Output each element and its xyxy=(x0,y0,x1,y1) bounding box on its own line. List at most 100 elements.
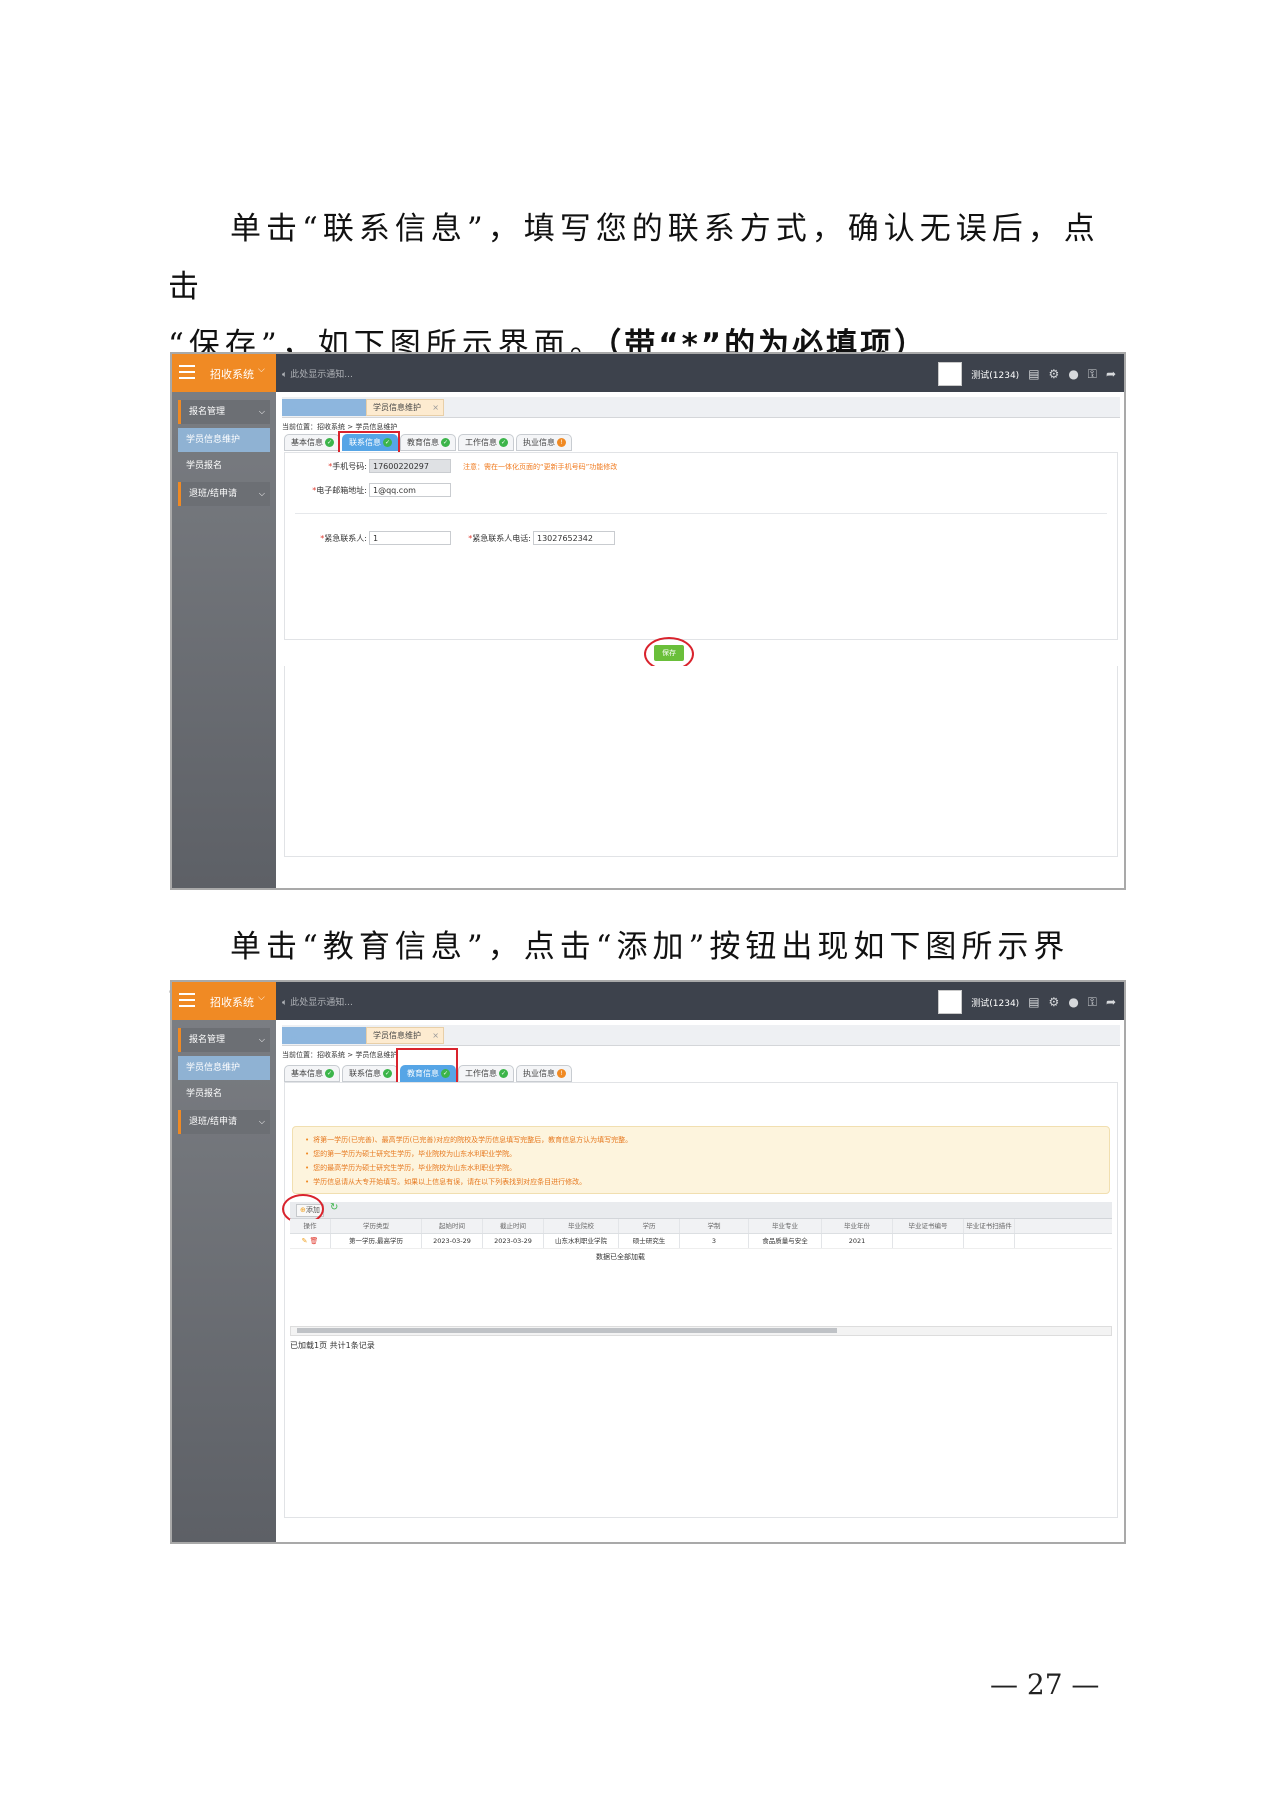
tab-label: 工作信息 xyxy=(465,1069,497,1078)
column-header: 毕业院校 xyxy=(544,1219,619,1233)
tab-contact-info[interactable]: 联系信息 ✓ xyxy=(342,1065,398,1082)
warning-icon: ! xyxy=(557,438,566,447)
scrollbar-thumb[interactable] xyxy=(297,1328,837,1333)
education-notes: 将第一学历(已完善)、最高学历(已完善)对应的院校及学历信息填写完整后，教育信息… xyxy=(292,1126,1110,1194)
tab-work-info[interactable]: 工作信息 ✓ xyxy=(458,434,514,451)
sidebar-item-student-info[interactable]: 学员信息维护 xyxy=(178,1056,270,1080)
table-cell xyxy=(893,1234,964,1248)
app-topbar: 招收系统 ⌵ 🔈︎ 此处显示通知... 测试(1234) ▤ ⚙ ● ⚿ ➦ xyxy=(172,982,1124,1020)
chevron-down-icon: ⌵ xyxy=(258,489,265,498)
tab-label: 基本信息 xyxy=(291,1069,323,1078)
grid-toolbar: ⊕添加 ↻ xyxy=(290,1202,1112,1219)
speaker-icon: 🔈︎ xyxy=(282,370,288,380)
column-header: 毕业年份 xyxy=(822,1219,893,1233)
tab-student-info[interactable]: 学员信息维护 × xyxy=(366,1027,444,1044)
note-item: 将第一学历(已完善)、最高学历(已完善)对应的院校及学历信息填写完整后，教育信息… xyxy=(305,1135,632,1145)
check-icon: ✓ xyxy=(325,438,334,447)
table-row[interactable]: ✎ 🗑︎ 第一学历,最高学历 2023-03-29 2023-03-29 山东水… xyxy=(290,1234,1112,1249)
emergency-contact-field[interactable]: 1 xyxy=(369,531,451,545)
close-icon[interactable]: × xyxy=(432,1028,439,1043)
avatar xyxy=(938,990,963,1014)
lock-icon[interactable]: ⚿ xyxy=(1088,995,1097,1010)
paragraph-1-line-1: 单击“联系信息”，填写您的联系方式，确认无误后，点击 xyxy=(168,211,1100,305)
sidebar-group-label: 报名管理 xyxy=(189,1035,226,1045)
logout-icon[interactable]: ➦ xyxy=(1106,367,1116,381)
check-icon: ✓ xyxy=(383,1069,392,1078)
brand-title: 招收系统 xyxy=(210,368,254,381)
sidebar: 报名管理 ⌵ 学员信息维护 学员报名 退班/结申请 ⌵ xyxy=(172,1020,276,1542)
gear-icon[interactable]: ⚙ xyxy=(1049,995,1060,1009)
emergency-phone-label-text: 紧急联系人电话: xyxy=(472,534,531,543)
note-item: 您的最高学历为硕士研究生学历，毕业院校为山东水利职业学院。 xyxy=(305,1163,516,1173)
tab-home[interactable]: 首页 xyxy=(282,1027,366,1044)
tab-education-info[interactable]: 教育信息 ✓ xyxy=(400,434,456,451)
app-topbar: 招收系统 ⌵ 🔈︎ 此处显示通知... 测试(1234) ▤ ⚙ ● ⚿ ➦ xyxy=(172,354,1124,392)
tab-practice-info[interactable]: 执业信息! xyxy=(516,434,572,451)
user-name[interactable]: 测试(1234) xyxy=(971,368,1019,381)
message-icon[interactable]: ▤ xyxy=(1028,995,1039,1009)
hamburger-menu-icon[interactable] xyxy=(179,993,195,1007)
table-cell: 2023-03-29 xyxy=(483,1234,544,1248)
tab-work-info[interactable]: 工作信息 ✓ xyxy=(458,1065,514,1082)
gear-icon[interactable]: ⚙ xyxy=(1049,367,1060,381)
notice-label: 此处显示通知... xyxy=(290,998,353,1008)
delete-icon[interactable]: 🗑︎ xyxy=(310,1237,319,1245)
lower-panel xyxy=(284,666,1118,857)
sidebar-group-registration[interactable]: 报名管理 ⌵ xyxy=(178,1028,270,1052)
check-icon: ✓ xyxy=(499,1069,508,1078)
email-label-text: 电子邮箱地址: xyxy=(316,486,367,495)
chevron-down-icon: ⌵ xyxy=(258,1117,265,1126)
table-cell: 2023-03-29 xyxy=(422,1234,483,1248)
chevron-down-icon: ⌵ xyxy=(258,365,265,375)
user-name[interactable]: 测试(1234) xyxy=(971,996,1019,1009)
check-icon: ✓ xyxy=(325,1069,334,1078)
pager-text: 已加载1页 共计1条记录 xyxy=(290,1341,375,1350)
help-icon[interactable]: ● xyxy=(1068,995,1078,1009)
sidebar-group-registration[interactable]: 报名管理 ⌵ xyxy=(178,400,270,424)
check-icon: ✓ xyxy=(499,438,508,447)
tab-practice-info[interactable]: 执业信息! xyxy=(516,1065,572,1082)
warning-icon: ! xyxy=(557,1069,566,1078)
notice-label: 此处显示通知... xyxy=(290,370,353,380)
tab-home-label: 首页 xyxy=(282,1035,298,1044)
chevron-down-icon: ⌵ xyxy=(258,993,265,1003)
tab-home[interactable]: 首页 xyxy=(282,399,366,416)
brand-area[interactable]: 招收系统 ⌵ xyxy=(172,982,276,1020)
refresh-icon[interactable]: ↻ xyxy=(330,1202,338,1213)
page-number: — 27 — xyxy=(990,1668,1100,1701)
close-icon[interactable]: × xyxy=(432,400,439,415)
chevron-down-icon: ⌵ xyxy=(258,407,265,416)
logout-icon[interactable]: ➦ xyxy=(1106,995,1116,1009)
tab-label: 联系信息 xyxy=(349,1069,381,1078)
form-divider xyxy=(295,513,1107,514)
tab-student-info[interactable]: 学员信息维护 × xyxy=(366,399,444,416)
lock-icon[interactable]: ⚿ xyxy=(1088,367,1097,382)
tab-label: 执业信息 xyxy=(523,1069,555,1078)
sidebar-group-withdraw[interactable]: 退班/结申请 ⌵ xyxy=(178,482,270,506)
grid-header: 操作 学历类型 起始时间 截止时间 毕业院校 学历 学制 毕业专业 毕业年份 毕… xyxy=(290,1219,1112,1234)
tab-basic-info[interactable]: 基本信息 ✓ xyxy=(284,434,340,451)
help-icon[interactable]: ● xyxy=(1068,367,1078,381)
main-content: 首页 学员信息维护 × 当前位置：招收系统 > 学员信息维护 基本信息 ✓ 联系信息… xyxy=(276,392,1124,888)
row-actions: ✎ 🗑︎ xyxy=(290,1234,331,1248)
screenshot-education-info: 招收系统 ⌵ 🔈︎ 此处显示通知... 测试(1234) ▤ ⚙ ● ⚿ ➦ 报… xyxy=(170,980,1126,1544)
page-tabstrip: 首页 学员信息维护 × xyxy=(282,397,1120,418)
sidebar-item-enrollment[interactable]: 学员报名 xyxy=(178,1082,270,1106)
brand-area[interactable]: 招收系统 ⌵ xyxy=(172,354,276,392)
edit-icon[interactable]: ✎ xyxy=(302,1237,308,1245)
sidebar-item-enrollment[interactable]: 学员报名 xyxy=(178,454,270,478)
sidebar-group-withdraw[interactable]: 退班/结申请 ⌵ xyxy=(178,1110,270,1134)
emergency-phone-field[interactable]: 13027652342 xyxy=(533,531,615,545)
hamburger-menu-icon[interactable] xyxy=(179,365,195,379)
phone-label-text: 手机号码: xyxy=(332,462,367,471)
tab-label: 学员信息维护 xyxy=(373,403,421,412)
message-icon[interactable]: ▤ xyxy=(1028,367,1039,381)
horizontal-scrollbar[interactable] xyxy=(290,1326,1112,1336)
sidebar-item-student-info[interactable]: 学员信息维护 xyxy=(178,428,270,452)
tab-basic-info[interactable]: 基本信息 ✓ xyxy=(284,1065,340,1082)
email-field[interactable]: 1@qq.com xyxy=(369,483,451,497)
phone-field[interactable]: 17600220297 xyxy=(369,459,451,473)
column-header: 截止时间 xyxy=(483,1219,544,1233)
paragraph-1: 单击“联系信息”，填写您的联系方式，确认无误后，点击 “保存”，如下图所示界面。… xyxy=(168,200,1120,374)
emergency-phone-label: *紧急联系人电话: xyxy=(455,533,531,544)
